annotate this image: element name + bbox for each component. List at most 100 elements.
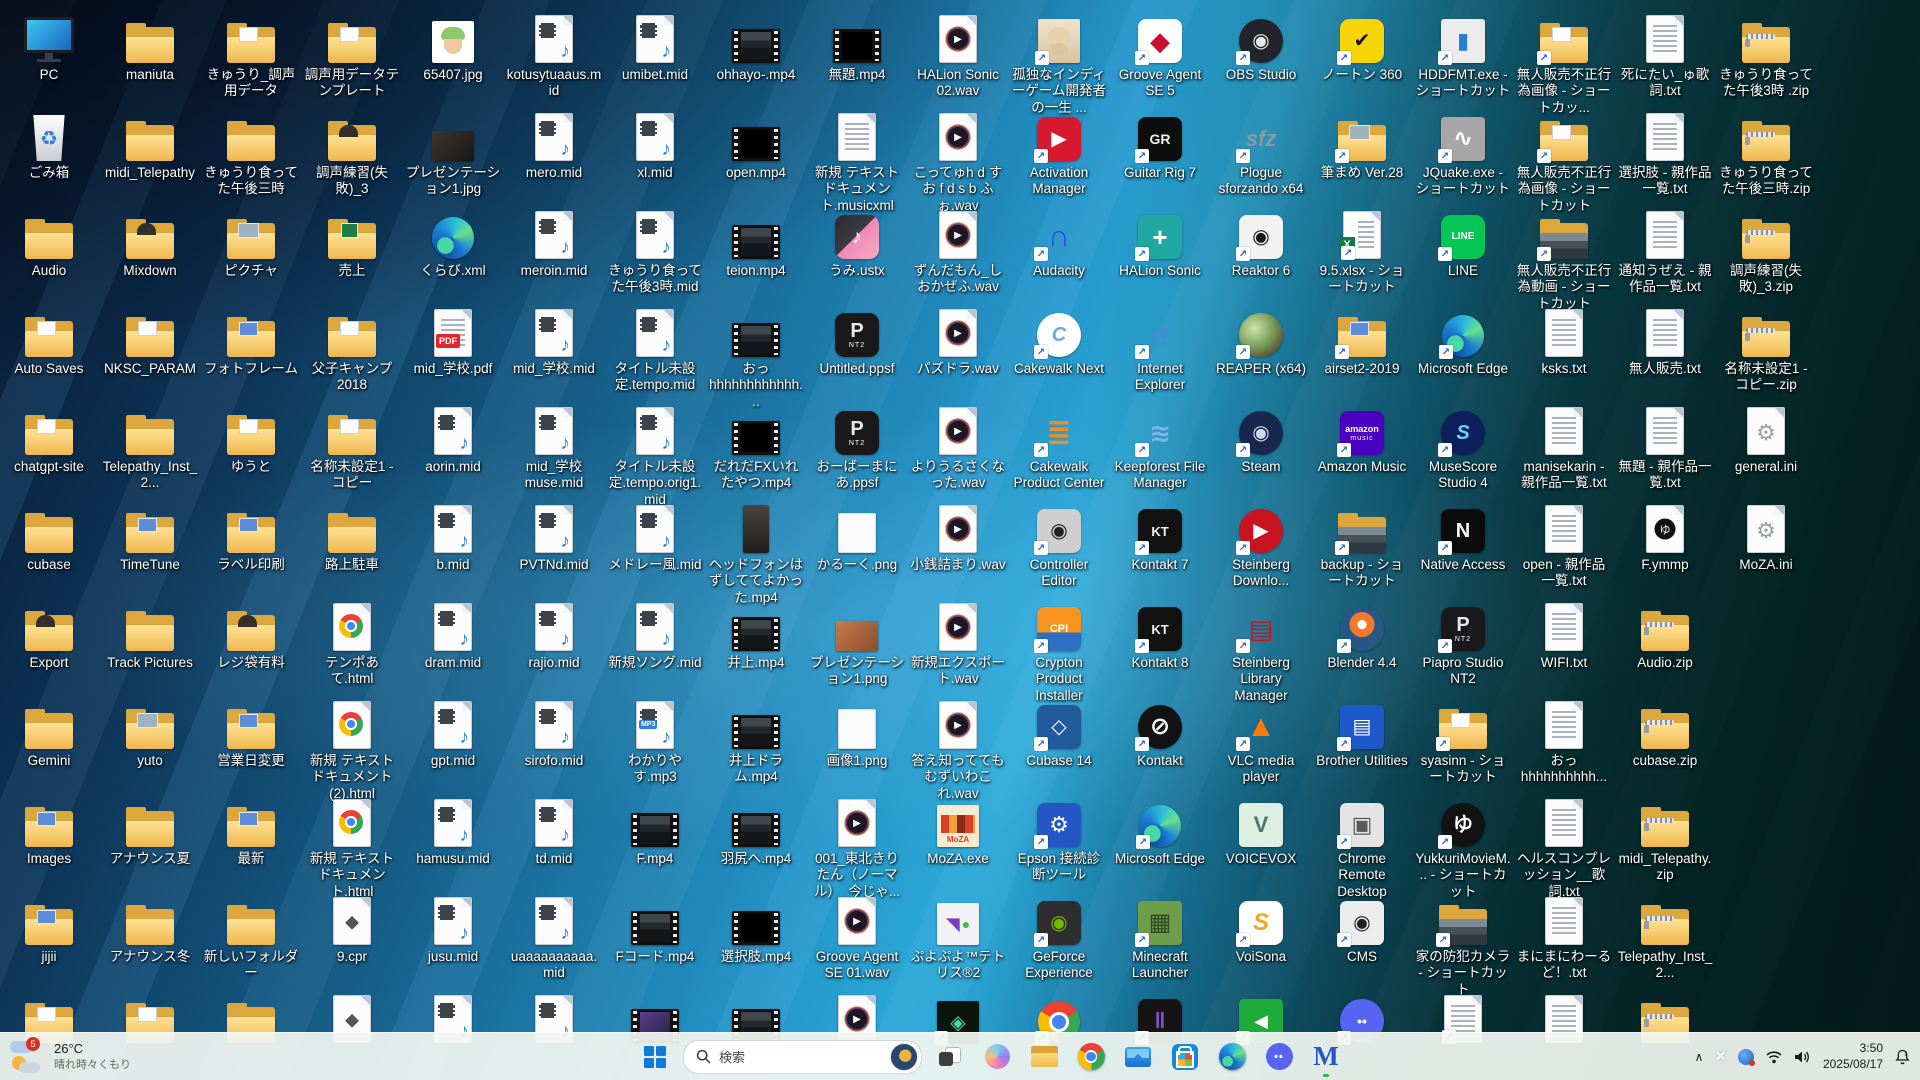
desktop-item[interactable]: ピクチャ xyxy=(203,209,299,279)
desktop-item[interactable]: ↗REAPER (x64) xyxy=(1213,307,1309,377)
mail-button[interactable] xyxy=(1119,1038,1157,1076)
tray-clock[interactable]: 3:50 2025/08/17 xyxy=(1823,1041,1883,1072)
desktop-item[interactable]: ▤↗Steinberg Library Manager xyxy=(1213,601,1309,704)
desktop-item[interactable]: LINE↗LINE xyxy=(1415,209,1511,279)
desktop-item[interactable]: MoZAMoZA.exe xyxy=(910,797,1006,867)
desktop-item[interactable]: ◉↗OBS Studio xyxy=(1213,13,1309,83)
desktop-item[interactable]: yuto xyxy=(102,699,198,769)
desktop-item[interactable]: S↗MuseScore Studio 4 xyxy=(1415,405,1511,492)
desktop-item[interactable]: ksks.txt xyxy=(1516,307,1612,377)
desktop-item[interactable]: ▶↗Activation Manager xyxy=(1011,111,1107,198)
desktop-item[interactable]: ▶小銭詰まり.wav xyxy=(910,503,1006,573)
desktop-item[interactable]: ◆9.cpr xyxy=(304,895,400,965)
desktop-item[interactable]: ▶答え知っててもむずいわこれ.wav xyxy=(910,699,1006,802)
desktop-item[interactable]: ♪aorin.mid xyxy=(405,405,501,475)
desktop-item[interactable]: ↗筆まめ Ver.28 xyxy=(1314,111,1410,181)
desktop-item[interactable]: ▶パズドラ.wav xyxy=(910,307,1006,377)
desktop-item[interactable]: ♪PVTNd.mid xyxy=(506,503,602,573)
desktop-item[interactable]: ♪mid_学校muse.mid xyxy=(506,405,602,492)
desktop-item[interactable]: 新規 テキストドキュメント.html xyxy=(304,797,400,900)
desktop-item[interactable]: ⊘↗Kontakt xyxy=(1112,699,1208,769)
desktop-item[interactable]: 無人販売.txt xyxy=(1617,307,1713,377)
desktop-item[interactable]: 最新 xyxy=(203,797,299,867)
desktop-item[interactable]: 調声用データテンプレート xyxy=(304,13,400,100)
desktop-item[interactable]: ✔↗ノートン 360 xyxy=(1314,13,1410,83)
desktop-item[interactable]: ▶ずんだもん_しおかぜふ.wav xyxy=(910,209,1006,296)
desktop-item[interactable]: ♪sirofo.mid xyxy=(506,699,602,769)
desktop-item[interactable]: ≋↗Keepforest File Manager xyxy=(1112,405,1208,492)
desktop-item[interactable]: テンポあて.html xyxy=(304,601,400,688)
search-input[interactable]: 検索 xyxy=(683,1040,922,1074)
desktop-item[interactable]: ↗孤独なインディーゲーム開発者の一生 ... xyxy=(1011,13,1107,116)
desktop-item[interactable]: プレゼンテーション1.jpg xyxy=(405,111,501,198)
desktop-item[interactable]: open.mp4 xyxy=(708,111,804,181)
desktop-item[interactable]: PC xyxy=(1,13,97,83)
desktop-item[interactable]: おっhhhhhhhhhh... xyxy=(1516,699,1612,786)
desktop-item[interactable]: ↗backup - ショートカット xyxy=(1314,503,1410,590)
desktop-item[interactable]: ◆↗Groove Agent SE 5 xyxy=(1112,13,1208,100)
desktop-item[interactable]: PNT2Untitled.ppsf xyxy=(809,307,905,377)
tray-x-app-icon[interactable]: × xyxy=(1715,1046,1726,1067)
desktop-item[interactable]: +↗HALion Sonic xyxy=(1112,209,1208,279)
desktop-item[interactable]: ▶001_東北きりたん（ノーマル）_今じゃ... xyxy=(809,797,905,900)
desktop-item[interactable]: ♪meroin.mid xyxy=(506,209,602,279)
microsoft-store-button[interactable] xyxy=(1166,1038,1204,1076)
desktop-item[interactable]: ⚙MoZA.ini xyxy=(1718,503,1814,573)
desktop-item[interactable]: WIFI.txt xyxy=(1516,601,1612,671)
desktop-item[interactable]: ▣↗Chrome Remote Desktop xyxy=(1314,797,1410,900)
desktop-item[interactable]: ◉↗Controller Editor xyxy=(1011,503,1107,590)
desktop-item[interactable]: ↗無人販売不正行為画像 - ショートカット xyxy=(1516,111,1612,214)
desktop-item[interactable]: ▶↗Steinberg Downlo... xyxy=(1213,503,1309,590)
desktop-item[interactable]: F.mp4 xyxy=(607,797,703,867)
desktop-item[interactable]: 路上駐車 xyxy=(304,503,400,573)
desktop-item[interactable]: プレゼンテーション1.png xyxy=(809,601,905,688)
desktop-item[interactable]: ↗家の防犯カメラ - ショートカット xyxy=(1415,895,1511,998)
desktop-item[interactable]: PNT2おーばーまにあ.ppsf xyxy=(809,405,905,492)
desktop-item[interactable]: NKSC_PARAM xyxy=(102,307,198,377)
desktop-item[interactable]: PNT2↗Piapro Studio NT2 xyxy=(1415,601,1511,688)
desktop-item[interactable]: 名称未設定1 - コピー.zip xyxy=(1718,307,1814,394)
desktop-item[interactable]: おっhhhhhhhhhhhh... xyxy=(708,307,804,410)
search-highlight-image[interactable] xyxy=(890,1043,918,1071)
desktop-item[interactable]: 井上.mp4 xyxy=(708,601,804,671)
desktop-item[interactable]: アナウンス夏 xyxy=(102,797,198,867)
desktop-item[interactable]: ラベル印刷 xyxy=(203,503,299,573)
desktop-item[interactable]: ♪kotusytuaaus.mid xyxy=(506,13,602,100)
desktop-item[interactable]: VVOICEVOX xyxy=(1213,797,1309,867)
desktop-item[interactable]: ≣↗Cakewalk Product Center xyxy=(1011,405,1107,492)
volume-icon[interactable] xyxy=(1794,1050,1811,1064)
desktop-item[interactable]: レジ袋有料 xyxy=(203,601,299,671)
desktop-item[interactable]: ◉↗GeForce Experience xyxy=(1011,895,1107,982)
desktop-item[interactable]: 死にたい_ゅ歌詞.txt xyxy=(1617,13,1713,100)
desktop-item[interactable]: ▲↗VLC media player xyxy=(1213,699,1309,786)
desktop-item[interactable]: Audio.zip xyxy=(1617,601,1713,671)
desktop-item[interactable]: ⚙general.ini xyxy=(1718,405,1814,475)
desktop-item[interactable]: 無題 - 親作品一覧.txt xyxy=(1617,405,1713,492)
desktop-item[interactable]: ▶HALion Sonic 02.wav xyxy=(910,13,1006,100)
desktop-item[interactable]: 父子キャンプ2018 xyxy=(304,307,400,394)
desktop-item[interactable]: 新規 テキストドキュメント (2).html xyxy=(304,699,400,802)
desktop-item[interactable]: 羽尻へ.mp4 xyxy=(708,797,804,867)
desktop-item[interactable]: 65407.jpg xyxy=(405,13,501,83)
edge-taskbar-button[interactable] xyxy=(1213,1038,1251,1076)
desktop-item[interactable]: Export xyxy=(1,601,97,671)
desktop-item[interactable]: アナウンス冬 xyxy=(102,895,198,965)
chrome-taskbar-button[interactable] xyxy=(1072,1038,1110,1076)
desktop-item[interactable]: ↗無人販売不正行為画像 - ショートカッ... xyxy=(1516,13,1612,116)
desktop-item[interactable]: ♪きゅうり食ってた午後3時.mid xyxy=(607,209,703,296)
desktop-item[interactable]: きゅうり食ってた午後三時.zip xyxy=(1718,111,1814,198)
desktop-item[interactable]: ♪mero.mid xyxy=(506,111,602,181)
desktop-item[interactable]: 調声練習(失敗)_3 xyxy=(304,111,400,198)
desktop-item[interactable]: 新しいフォルダー xyxy=(203,895,299,982)
desktop-item[interactable]: ▤↗Brother Utilities xyxy=(1314,699,1410,769)
desktop-item[interactable]: cubase xyxy=(1,503,97,573)
desktop-item[interactable]: TimeTune xyxy=(102,503,198,573)
wifi-icon[interactable] xyxy=(1766,1050,1782,1064)
task-view-button[interactable] xyxy=(931,1038,969,1076)
desktop-item[interactable]: ♪umibet.mid xyxy=(607,13,703,83)
desktop-item[interactable]: ◉↗Steam xyxy=(1213,405,1309,475)
tray-overflow-chevron-icon[interactable]: ∧ xyxy=(1695,1050,1704,1064)
desktop-item[interactable]: PDFmid_学校.pdf xyxy=(405,307,501,377)
desktop-item[interactable]: 新規 テキストドキュメント.musicxml xyxy=(809,111,905,214)
desktop-item[interactable]: 選択肢.mp4 xyxy=(708,895,804,965)
